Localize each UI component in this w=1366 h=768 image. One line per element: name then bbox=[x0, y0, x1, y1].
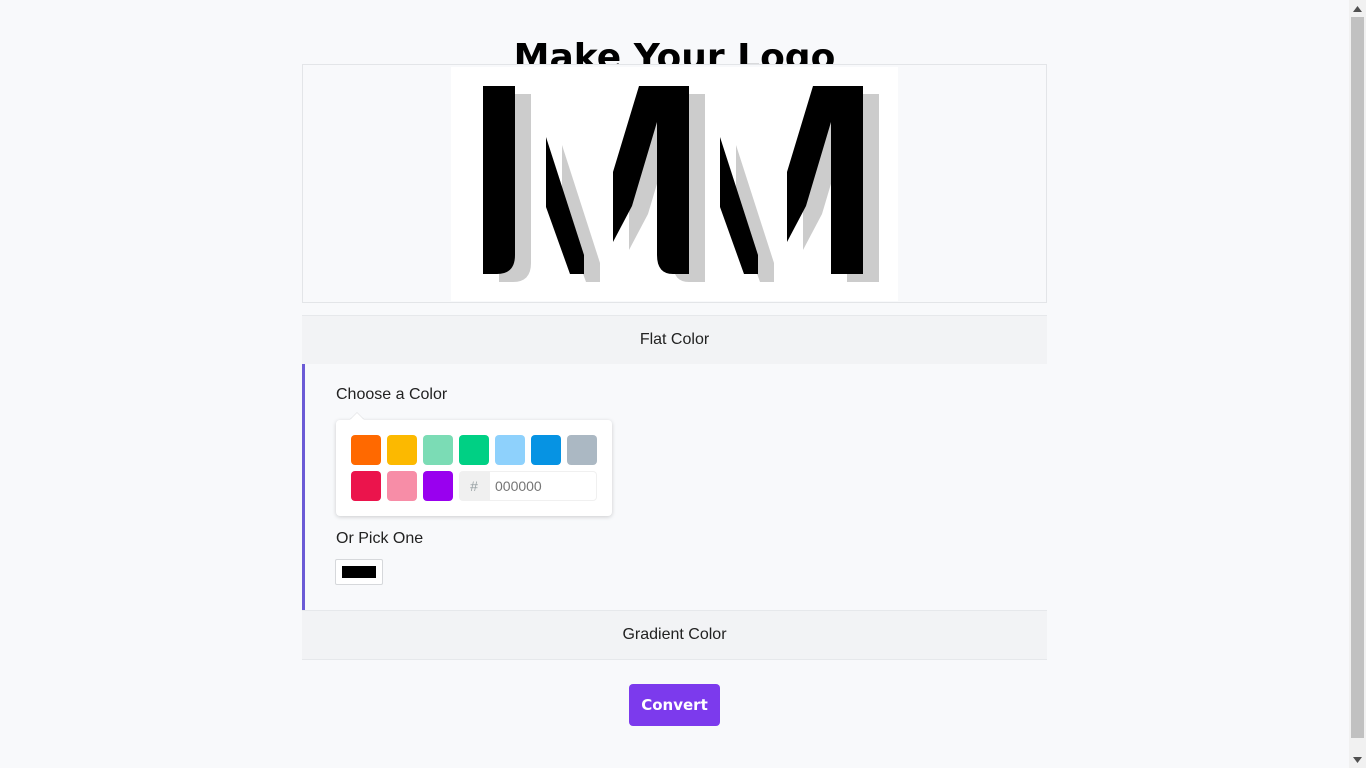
tab-flat-color[interactable]: Flat Color bbox=[302, 315, 1047, 364]
vertical-scrollbar[interactable] bbox=[1349, 0, 1366, 768]
scrollbar-thumb[interactable] bbox=[1351, 17, 1364, 738]
swatch-purple[interactable] bbox=[423, 471, 453, 501]
logo-letters bbox=[483, 86, 863, 274]
swatch-red[interactable] bbox=[351, 471, 381, 501]
color-swatch-picker: # bbox=[336, 420, 612, 516]
pick-color-label: Or Pick One bbox=[336, 530, 424, 547]
convert-button[interactable]: Convert bbox=[629, 684, 720, 726]
hex-color-input[interactable] bbox=[489, 471, 597, 501]
hex-hash-symbol: # bbox=[459, 471, 489, 501]
swatch-green[interactable] bbox=[459, 435, 489, 465]
picked-color-swatch bbox=[342, 566, 376, 578]
tab-flat-color-label: Flat Color bbox=[639, 331, 710, 348]
swatch-amber[interactable] bbox=[387, 435, 417, 465]
tab-gradient-color-label: Gradient Color bbox=[622, 626, 727, 643]
color-picker-input[interactable] bbox=[335, 559, 383, 585]
logo-artwork bbox=[483, 86, 879, 282]
swatch-orange[interactable] bbox=[351, 435, 381, 465]
choose-color-label: Choose a Color bbox=[336, 386, 448, 403]
swatch-mint[interactable] bbox=[423, 435, 453, 465]
swatch-gray[interactable] bbox=[567, 435, 597, 465]
scroll-up-arrow-icon[interactable] bbox=[1349, 0, 1366, 17]
swatch-blue[interactable] bbox=[531, 435, 561, 465]
page: Make Your Logo Flat Color Choose a Color… bbox=[0, 0, 1349, 768]
swatch-pink[interactable] bbox=[387, 471, 417, 501]
swatch-light-blue[interactable] bbox=[495, 435, 525, 465]
tab-gradient-color[interactable]: Gradient Color bbox=[302, 610, 1047, 660]
logo-canvas bbox=[451, 67, 898, 301]
logo-preview bbox=[302, 64, 1047, 303]
scroll-down-arrow-icon[interactable] bbox=[1349, 751, 1366, 768]
